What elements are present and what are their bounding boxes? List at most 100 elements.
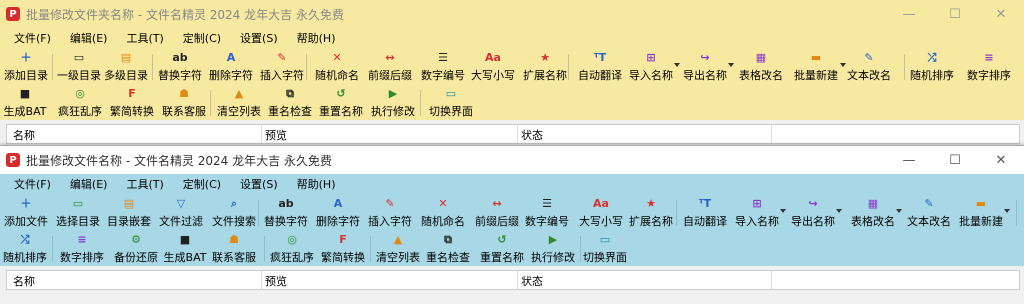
menu-edit[interactable]: 编辑(E) [62, 176, 116, 192]
toolbar-button[interactable]: ✕ 随机命名 [421, 196, 465, 230]
front-window: P 批量修改文件名称 - 文件名精灵 2024 龙年大吉 永久免费 — ☐ ✕ … [0, 145, 1024, 304]
toolbar-button[interactable]: F 繁简转换 [110, 86, 154, 120]
toolbar-button[interactable]: ᵀT 自动翻译 [682, 196, 728, 230]
toolbar-button[interactable]: ▬ 批量新建 [792, 50, 846, 84]
toolbar-button[interactable]: ⧉ 重名检查 [268, 86, 312, 120]
menu-settings[interactable]: 设置(S) [232, 176, 286, 192]
menu-customize[interactable]: 定制(C) [175, 30, 229, 46]
toolbar-button[interactable]: ▦ 表格改名 [850, 196, 902, 230]
toolbar-button[interactable]: ＋ 添加目录 [4, 50, 48, 84]
toolbar-button[interactable]: Aa 大写小写 [470, 50, 516, 84]
toolbar-button[interactable]: ⤮ 随机排序 [910, 50, 954, 84]
toolbar-button[interactable]: ▬ 批量新建 [958, 196, 1010, 230]
toolbar-button[interactable]: ⧉ 重名检查 [426, 232, 470, 266]
column-preview[interactable]: 预览 [265, 127, 287, 143]
toolbar-button[interactable]: ↺ 重置名称 [480, 232, 524, 266]
toolbar-button[interactable]: ✎ 文本改名 [846, 50, 892, 84]
toolbar-button[interactable]: ▭ 一级目录 [56, 50, 102, 84]
toolbar-button[interactable]: ↔ 前缀后缀 [474, 196, 520, 230]
toolbar-button-label: 替换字符 [264, 215, 308, 228]
column-name[interactable]: 名称 [13, 273, 35, 289]
toolbar-button[interactable]: ☗ 联系客服 [162, 86, 206, 120]
column-name[interactable]: 名称 [13, 127, 35, 143]
toolbar-button[interactable]: ■ 生成BAT [4, 86, 47, 120]
maximize-button[interactable]: ☐ [932, 146, 978, 174]
toolbar-button[interactable]: ⊞ 导入名称 [628, 50, 680, 84]
toolbar-button[interactable]: ✎ 文本改名 [906, 196, 952, 230]
title-bar[interactable]: P 批量修改文件夹名称 - 文件名精灵 2024 龙年大吉 永久免费 — ☐ ✕ [0, 0, 1024, 28]
toolbar-button[interactable]: ☗ 联系客服 [212, 232, 256, 266]
toolbar-button[interactable]: Aa 大写小写 [578, 196, 624, 230]
toolbar-button[interactable]: ★ 扩展名称 [628, 196, 674, 230]
chevron-down-icon[interactable] [674, 63, 680, 67]
toolbar-button[interactable]: ▭ 选择目录 [56, 196, 100, 230]
toolbar-button[interactable]: ▲ 清空列表 [376, 232, 420, 266]
menu-help[interactable]: 帮助(H) [289, 30, 344, 46]
toolbar-button[interactable]: ✕ 随机命名 [315, 50, 359, 84]
toolbar-button[interactable]: ＋ 添加文件 [4, 196, 48, 230]
toolbar-button[interactable]: ᵀT 自动翻译 [576, 50, 624, 84]
toolbar-button[interactable]: ≡ 数字排序 [960, 50, 1018, 84]
toolbar-button[interactable]: ✎ 插入字符 [260, 50, 304, 84]
toolbar-button[interactable]: ✎ 插入字符 [368, 196, 412, 230]
chevron-down-icon[interactable] [836, 209, 842, 213]
title-bar[interactable]: P 批量修改文件名称 - 文件名精灵 2024 龙年大吉 永久免费 — ☐ ✕ [0, 145, 1024, 174]
toolbar-separator [52, 54, 53, 80]
chevron-down-icon[interactable] [780, 209, 786, 213]
toolbar-button[interactable]: ▭ 切换界面 [426, 86, 476, 120]
menu-tools[interactable]: 工具(T) [118, 30, 171, 46]
toolbar-button[interactable]: ab 替换字符 [158, 50, 202, 84]
toolbar-button[interactable]: ★ 扩展名称 [522, 50, 568, 84]
toolbar-button[interactable]: ▶ 执行修改 [530, 232, 576, 266]
toolbar-button[interactable]: ▽ 文件过滤 [158, 196, 204, 230]
close-button[interactable]: ✕ [978, 0, 1024, 28]
minimize-button[interactable]: — [886, 0, 932, 28]
maximize-button[interactable]: ☐ [932, 0, 978, 28]
toolbar-button[interactable]: ⤮ 随机排序 [3, 232, 47, 266]
menu-customize[interactable]: 定制(C) [175, 176, 229, 192]
toolbar-button[interactable]: ↪ 导出名称 [682, 50, 734, 84]
toolbar-button[interactable]: ◎ 疯狂乱序 [270, 232, 314, 266]
toolbar-button[interactable]: ↪ 导出名称 [790, 196, 842, 230]
toolbar-button[interactable]: ⚙ 备份还原 [114, 232, 158, 266]
chevron-down-icon[interactable] [728, 63, 734, 67]
toolbar-button[interactable]: A 删除字符 [208, 50, 254, 84]
close-button[interactable]: ✕ [978, 146, 1024, 174]
toolbar-button[interactable]: ▤ 多级目录 [104, 50, 148, 84]
toolbar-button[interactable]: ↺ 重置名称 [318, 86, 364, 120]
toolbar-button[interactable]: A 删除字符 [316, 196, 360, 230]
toolbar-button[interactable]: ▦ 表格改名 [738, 50, 784, 84]
toolbar-button[interactable]: ⊞ 导入名称 [734, 196, 786, 230]
menu-tools[interactable]: 工具(T) [118, 176, 171, 192]
toolbar-button[interactable]: ■ 生成BAT [162, 232, 208, 266]
toolbar-button[interactable]: ▤ 目录嵌套 [106, 196, 152, 230]
column-status[interactable]: 状态 [521, 273, 543, 289]
chevron-down-icon[interactable] [1004, 209, 1010, 213]
menu-file[interactable]: 文件(F) [6, 30, 59, 46]
toolbar-button[interactable]: ☰ 数字编号 [524, 196, 570, 230]
execute-icon: ▶ [548, 233, 558, 246]
column-preview[interactable]: 预览 [265, 273, 287, 289]
toolbar-button[interactable]: ☰ 数字编号 [420, 50, 466, 84]
toolbar-button[interactable]: ab 替换字符 [264, 196, 308, 230]
prefix-suffix-icon: ↔ [492, 197, 502, 210]
toolbar-button[interactable]: ▲ 清空列表 [216, 86, 262, 120]
menu-settings[interactable]: 设置(S) [232, 30, 286, 46]
toolbar-button[interactable]: ↔ 前缀后缀 [368, 50, 412, 84]
toolbar-button[interactable]: ◎ 疯狂乱序 [58, 86, 102, 120]
toolbar-button[interactable]: ▭ 切换界面 [583, 232, 627, 266]
chevron-down-icon[interactable] [896, 209, 902, 213]
minimize-button[interactable]: — [886, 146, 932, 174]
menu-file[interactable]: 文件(F) [6, 176, 59, 192]
menu-edit[interactable]: 编辑(E) [62, 30, 116, 46]
text-rename-icon: ✎ [924, 197, 934, 210]
toolbar-button-label: 批量新建 [794, 69, 838, 82]
case-icon: Aa [593, 197, 609, 210]
toolbar-button[interactable]: ≡ 数字排序 [60, 232, 104, 266]
toolbar-button[interactable]: F 繁简转换 [320, 232, 366, 266]
column-status[interactable]: 状态 [521, 127, 543, 143]
delete-text-icon: A [226, 51, 236, 64]
toolbar-button[interactable]: ▶ 执行修改 [370, 86, 416, 120]
toolbar-button[interactable]: ⌕ 文件搜索 [212, 196, 256, 230]
menu-help[interactable]: 帮助(H) [289, 176, 344, 192]
